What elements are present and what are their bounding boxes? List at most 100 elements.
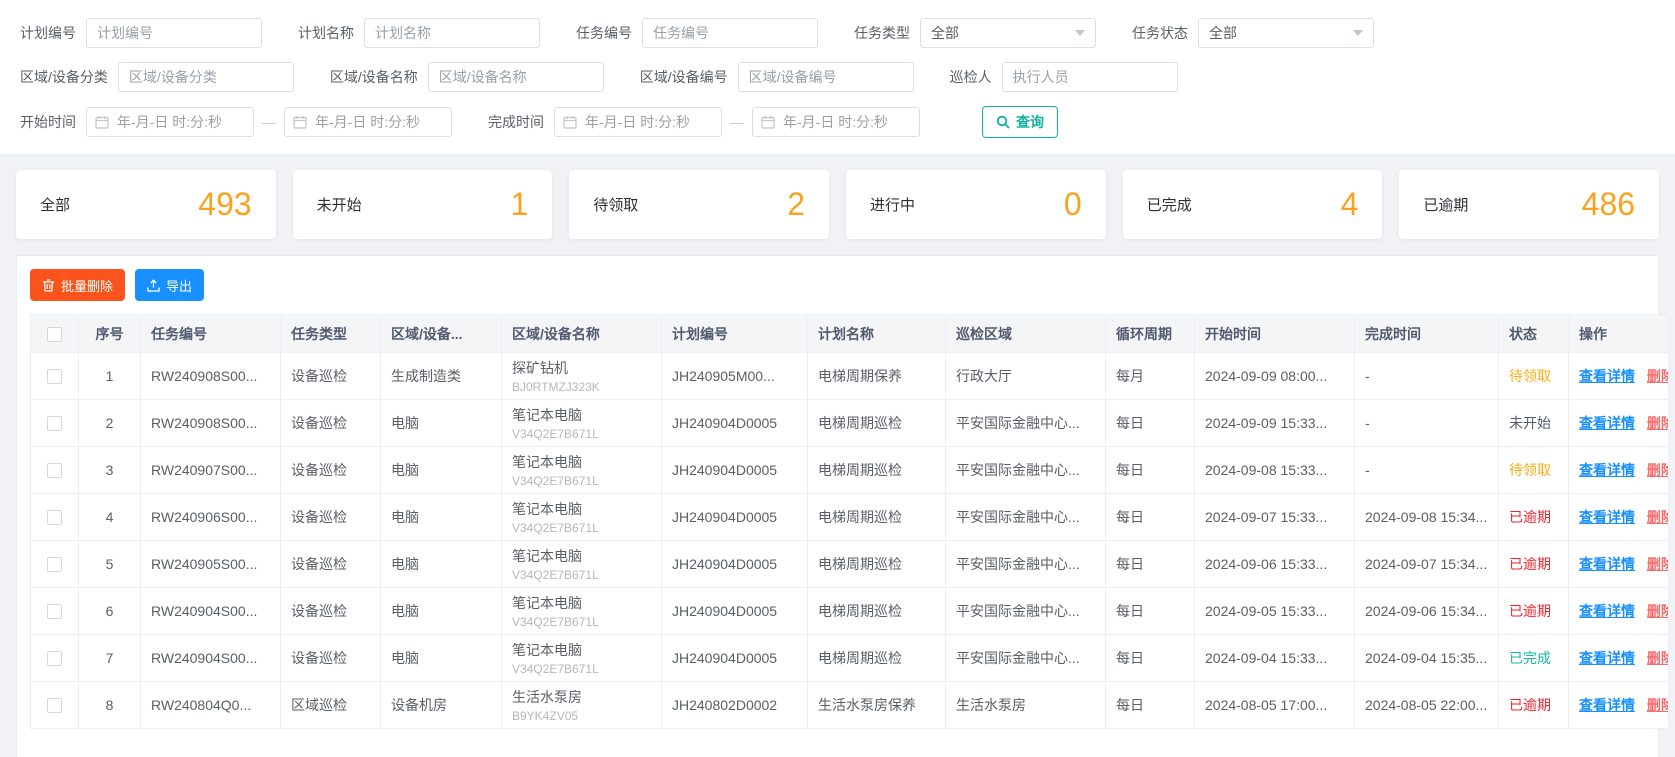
delete-link[interactable]: 删除 <box>1647 603 1668 619</box>
device-name: 笔记本电脑 <box>512 407 582 423</box>
cell-actions: 查看详情 删除 <box>1568 493 1669 541</box>
table-row: 7 RW240904S00... 设备巡检 电脑 笔记本电脑 V34Q2E7B6… <box>30 634 1669 682</box>
view-detail-link[interactable]: 查看详情 <box>1579 556 1635 572</box>
cell-index: 2 <box>78 399 141 447</box>
device-code: V34Q2E7B671L <box>512 521 599 535</box>
row-checkbox[interactable] <box>47 557 62 573</box>
cell-status: 已完成 <box>1498 634 1569 682</box>
view-detail-link[interactable]: 查看详情 <box>1579 462 1635 478</box>
device-no-input[interactable] <box>737 62 914 92</box>
table-body: 1 RW240908S00... 设备巡检 生成制造类 探矿钻机 BJ0RTMZ… <box>30 352 1669 729</box>
row-checkbox[interactable] <box>47 510 62 526</box>
task-type-select[interactable]: 全部 <box>920 18 1096 48</box>
filter-device-category: 区域/设备分类 <box>20 62 294 92</box>
cell-finish-time: 2024-09-08 15:34... <box>1354 493 1499 541</box>
view-detail-link[interactable]: 查看详情 <box>1579 650 1635 666</box>
batch-delete-button[interactable]: 批量删除 <box>30 269 126 301</box>
cell-area: 平安国际金融中心... <box>945 493 1106 541</box>
stat-card-overdue[interactable]: 已逾期 486 <box>1399 170 1660 239</box>
cell-actions: 查看详情 删除 <box>1568 446 1669 494</box>
row-checkbox[interactable] <box>47 369 62 385</box>
filter-device-name: 区域/设备名称 <box>330 62 604 92</box>
cell-device-category: 生成制造类 <box>380 352 502 400</box>
range-separator: — <box>730 114 744 130</box>
delete-link[interactable]: 删除 <box>1647 415 1668 431</box>
device-name: 笔记本电脑 <box>512 454 582 470</box>
cell-plan-no: JH240904D0005 <box>661 587 808 635</box>
device-code: V34Q2E7B671L <box>512 474 599 488</box>
inspector-input[interactable] <box>1001 62 1178 92</box>
view-detail-link[interactable]: 查看详情 <box>1579 603 1635 619</box>
row-checkbox[interactable] <box>47 604 62 620</box>
cell-device-name: 笔记本电脑 V34Q2E7B671L <box>501 446 662 494</box>
cell-plan-name: 电梯周期巡检 <box>807 399 946 447</box>
cell-task-type: 设备巡检 <box>280 446 381 494</box>
cell-area: 平安国际金融中心... <box>945 399 1106 447</box>
export-button[interactable]: 导出 <box>135 269 205 301</box>
cell-cycle: 每日 <box>1105 446 1195 494</box>
cell-start-time: 2024-09-04 15:33... <box>1194 634 1355 682</box>
device-code: V34Q2E7B671L <box>512 427 599 441</box>
stat-label: 未开始 <box>316 197 362 214</box>
cell-device-category: 电脑 <box>380 493 502 541</box>
start-time-label: 开始时间 <box>20 114 76 130</box>
cell-device-name: 笔记本电脑 V34Q2E7B671L <box>501 587 662 635</box>
cell-task-type: 设备巡检 <box>280 634 381 682</box>
delete-link[interactable]: 删除 <box>1647 462 1668 478</box>
stat-card-not-started[interactable]: 未开始 1 <box>292 170 553 239</box>
start-time-to-input[interactable] <box>284 107 452 137</box>
search-button[interactable]: 查询 <box>982 106 1058 138</box>
filter-row-2: 区域/设备分类 区域/设备名称 区域/设备编号 巡检人 <box>20 62 1655 92</box>
select-all-checkbox[interactable] <box>47 326 62 342</box>
device-category-input[interactable] <box>117 62 294 92</box>
col-task-no: 任务编号 <box>140 314 281 353</box>
status-text: 未开始 <box>1509 415 1551 431</box>
delete-link[interactable]: 删除 <box>1647 368 1668 384</box>
task-status-label: 任务状态 <box>1132 25 1188 41</box>
stat-card-in-progress[interactable]: 进行中 0 <box>846 170 1106 239</box>
view-detail-link[interactable]: 查看详情 <box>1579 509 1635 525</box>
delete-link[interactable]: 删除 <box>1647 556 1668 572</box>
cell-actions: 查看详情 删除 <box>1568 352 1669 400</box>
stat-card-all[interactable]: 全部 493 <box>16 170 276 239</box>
cell-device-name: 笔记本电脑 V34Q2E7B671L <box>501 399 662 447</box>
view-detail-link[interactable]: 查看详情 <box>1579 368 1635 384</box>
stat-label: 已完成 <box>1146 197 1192 214</box>
cell-finish-time: - <box>1354 399 1499 447</box>
export-icon <box>147 278 160 292</box>
task-no-input[interactable] <box>642 18 818 48</box>
row-checkbox[interactable] <box>47 416 62 432</box>
cell-status: 未开始 <box>1498 399 1569 447</box>
table-row: 3 RW240907S00... 设备巡检 电脑 笔记本电脑 V34Q2E7B6… <box>30 446 1669 494</box>
plan-name-input[interactable] <box>364 18 540 48</box>
device-name: 生活水泵房 <box>512 689 582 705</box>
device-name-input[interactable] <box>427 62 604 92</box>
row-checkbox[interactable] <box>47 463 62 479</box>
task-status-select[interactable]: 全部 <box>1198 18 1374 48</box>
stat-card-pending[interactable]: 待领取 2 <box>569 170 830 239</box>
cell-device-name: 笔记本电脑 V34Q2E7B671L <box>501 493 662 541</box>
delete-link[interactable]: 删除 <box>1647 697 1668 713</box>
cell-device-category: 电脑 <box>380 399 502 447</box>
delete-link[interactable]: 删除 <box>1647 650 1668 666</box>
finish-time-to-input[interactable] <box>752 107 920 137</box>
finish-time-from-input[interactable] <box>554 107 722 137</box>
calendar-icon <box>563 115 577 129</box>
cell-task-type: 设备巡检 <box>280 399 381 447</box>
row-checkbox[interactable] <box>47 698 62 714</box>
row-checkbox[interactable] <box>47 651 62 667</box>
stat-card-done[interactable]: 已完成 4 <box>1122 170 1383 239</box>
stat-value: 493 <box>198 186 252 222</box>
filter-plan-no: 计划编号 <box>20 18 262 48</box>
cell-cycle: 每日 <box>1105 493 1195 541</box>
start-time-from-input[interactable] <box>86 107 254 137</box>
cell-device-category: 电脑 <box>380 446 502 494</box>
device-code: V34Q2E7B671L <box>512 568 599 582</box>
chevron-down-icon <box>1075 30 1085 36</box>
view-detail-link[interactable]: 查看详情 <box>1579 415 1635 431</box>
plan-no-input[interactable] <box>86 18 262 48</box>
view-detail-link[interactable]: 查看详情 <box>1579 697 1635 713</box>
delete-link[interactable]: 删除 <box>1647 509 1668 525</box>
filter-panel: 计划编号 计划名称 任务编号 任务类型 全部 任务状态 全部 <box>0 0 1675 154</box>
filter-task-type: 任务类型 全部 <box>854 18 1096 48</box>
